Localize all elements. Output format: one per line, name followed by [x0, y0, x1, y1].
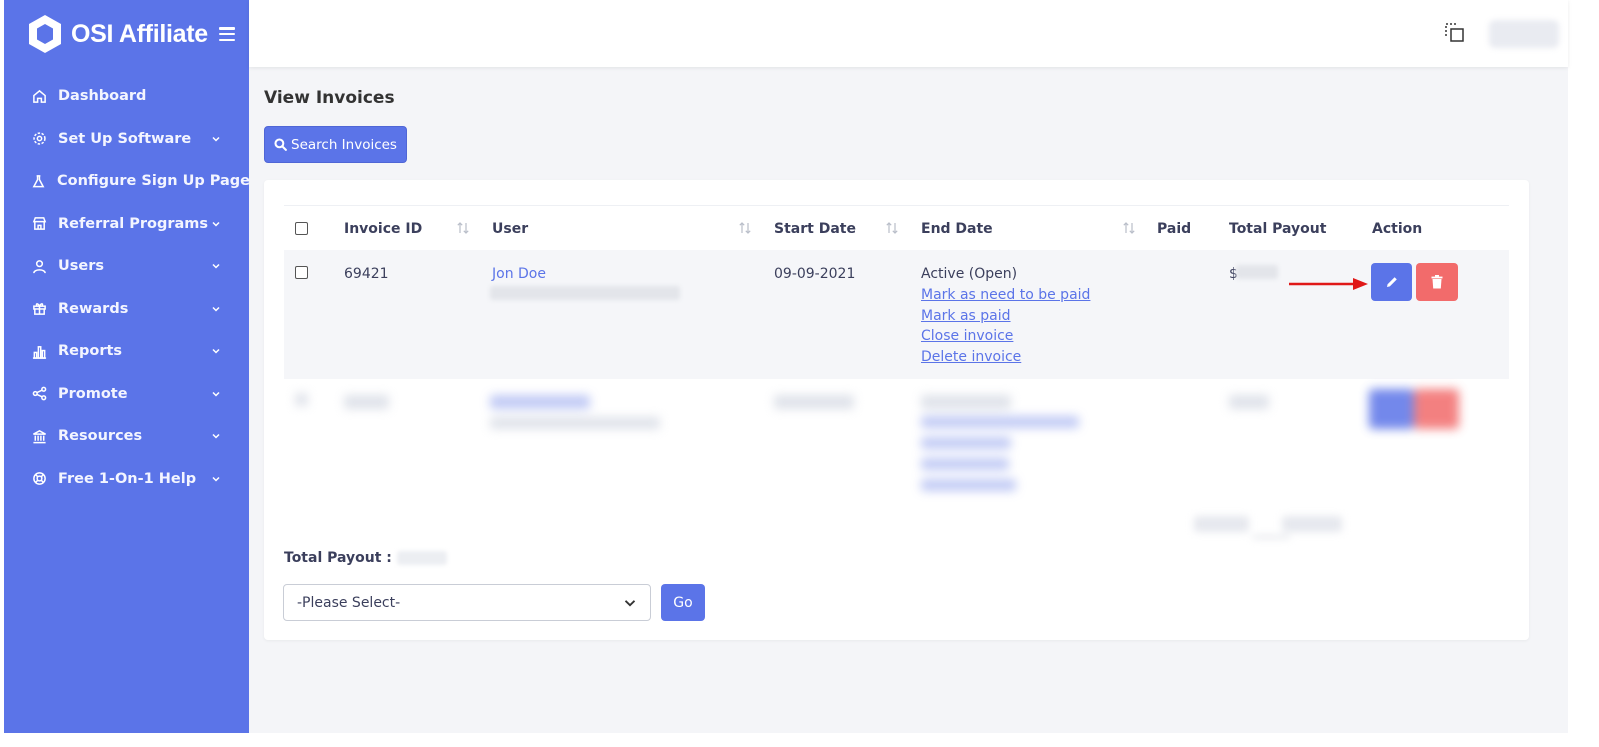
column-header-total-payout: Total Payout	[1229, 221, 1327, 237]
sidebar-item-resources[interactable]: Resources	[4, 415, 249, 458]
gear-icon	[31, 131, 47, 147]
sidebar-item-label: Resources	[58, 428, 143, 445]
column-header-user[interactable]: User	[492, 221, 528, 237]
menu-toggle-icon[interactable]	[218, 27, 235, 41]
delete-invoice-button[interactable]	[1416, 263, 1458, 301]
user-link[interactable]: Jon Doe	[492, 266, 546, 282]
sidebar: OSI Affiliate Dashboard Set Up Software	[4, 0, 251, 733]
sidebar-item-label: Configure Sign Up Page	[57, 173, 251, 190]
user-email-redacted	[490, 286, 680, 300]
start-date: 09-09-2021	[774, 266, 856, 282]
flask-icon	[31, 173, 46, 189]
app-window: OSI Affiliate Dashboard Set Up Software	[0, 0, 1599, 747]
user-profile-menu[interactable]	[1489, 20, 1559, 48]
edit-invoice-button[interactable]	[1371, 263, 1412, 301]
pencil-icon	[1386, 277, 1397, 287]
sidebar-item-label: Promote	[58, 385, 128, 402]
sidebar-item-label: Set Up Software	[58, 130, 192, 147]
go-button[interactable]: Go	[661, 584, 705, 621]
annotation-arrow	[1289, 278, 1368, 290]
column-header-paid: Paid	[1157, 221, 1192, 237]
sort-icon[interactable]	[885, 221, 899, 235]
share-icon	[31, 386, 47, 402]
user-icon	[31, 258, 47, 274]
close-invoice-link[interactable]: Close invoice	[921, 326, 1090, 347]
brand-name: OSI Affiliate	[71, 19, 208, 48]
page-title: View Invoices	[264, 88, 395, 108]
osi-logo-icon	[26, 14, 64, 54]
sidebar-item-rewards[interactable]: Rewards	[4, 288, 249, 331]
table-row: 69421 Jon Doe 09-09-2021 Active (Open) M…	[284, 250, 1509, 379]
pagination-redacted[interactable]	[1194, 510, 1344, 540]
column-header-invoice-id[interactable]: Invoice ID	[344, 221, 422, 237]
invoice-action-links: Mark as need to be paid Mark as paid Clo…	[921, 285, 1090, 367]
brand[interactable]: OSI Affiliate	[26, 12, 246, 56]
column-header-start-date[interactable]: Start Date	[774, 221, 856, 237]
payout-amount-redacted	[1236, 265, 1278, 279]
bank-icon	[31, 428, 47, 444]
table-header: Invoice ID User Start Date End Date Paid	[284, 205, 1509, 250]
bulk-action-selected: -Please Select-	[297, 594, 401, 611]
sidebar-item-set-up-software[interactable]: Set Up Software	[4, 118, 249, 161]
search-invoices-label: Search Invoices	[291, 136, 397, 153]
mark-need-paid-link[interactable]: Mark as need to be paid	[921, 285, 1090, 306]
chevron-down-icon	[211, 134, 221, 144]
sidebar-item-label: Users	[58, 258, 105, 275]
invoice-id: 69421	[344, 266, 389, 282]
sidebar-item-referral-programs[interactable]: Referral Programs	[4, 203, 249, 246]
sort-icon[interactable]	[456, 221, 470, 235]
chevron-down-icon	[211, 304, 221, 314]
sidebar-item-label: Dashboard	[58, 88, 147, 105]
sidebar-item-label: Free 1-On-1 Help	[58, 470, 197, 487]
mark-paid-link[interactable]: Mark as paid	[921, 306, 1090, 327]
search-invoices-button[interactable]: Search Invoices	[264, 126, 407, 163]
chevron-down-icon	[211, 431, 221, 441]
sidebar-item-dashboard[interactable]: Dashboard	[4, 75, 249, 118]
search-icon	[274, 138, 287, 151]
gift-icon	[31, 301, 47, 317]
select-all-checkbox[interactable]	[295, 222, 308, 235]
sort-icon[interactable]	[1122, 221, 1136, 235]
sidebar-item-reports[interactable]: Reports	[4, 330, 249, 373]
sidebar-item-label: Rewards	[58, 300, 129, 317]
chevron-down-icon	[211, 261, 221, 271]
chevron-down-icon	[211, 219, 221, 229]
sidebar-item-promote[interactable]: Promote	[4, 373, 249, 416]
sort-icon[interactable]	[738, 221, 752, 235]
column-header-action: Action	[1372, 221, 1423, 237]
sidebar-item-free-help[interactable]: Free 1-On-1 Help	[4, 458, 249, 501]
sidebar-item-configure-sign-up-page[interactable]: Configure Sign Up Page	[4, 160, 251, 203]
lifebuoy-icon	[31, 471, 47, 487]
home-icon	[31, 88, 47, 104]
chevron-down-icon	[211, 389, 221, 399]
bar-chart-icon	[31, 343, 47, 359]
top-header	[249, 0, 1568, 67]
invoice-status: Active (Open)	[921, 266, 1018, 282]
end-date-cell: Active (Open) Mark as need to be paid Ma…	[921, 266, 1090, 367]
chevron-down-icon	[211, 346, 221, 356]
chevron-down-icon	[624, 600, 636, 607]
trash-icon	[1431, 275, 1443, 289]
total-payout-label: Total Payout :	[284, 550, 392, 566]
chevron-down-icon	[211, 474, 221, 484]
row-checkbox[interactable]	[295, 266, 308, 279]
total-payout-summary: Total Payout :	[284, 550, 447, 566]
sidebar-item-users[interactable]: Users	[4, 245, 249, 288]
sidebar-nav: Dashboard Set Up Software Configure Sign…	[4, 75, 251, 501]
store-icon	[31, 216, 47, 232]
fullscreen-icon[interactable]	[1444, 22, 1466, 44]
invoices-card: Invoice ID User Start Date End Date Paid	[264, 180, 1529, 640]
sidebar-item-label: Referral Programs	[58, 215, 209, 232]
delete-invoice-link[interactable]: Delete invoice	[921, 347, 1090, 368]
main-content: View Invoices Search Invoices Invoice ID…	[249, 67, 1568, 733]
column-header-end-date[interactable]: End Date	[921, 221, 993, 237]
total-payout-redacted	[396, 551, 447, 565]
bulk-action-select[interactable]: -Please Select-	[283, 584, 651, 621]
sidebar-item-label: Reports	[58, 343, 123, 360]
